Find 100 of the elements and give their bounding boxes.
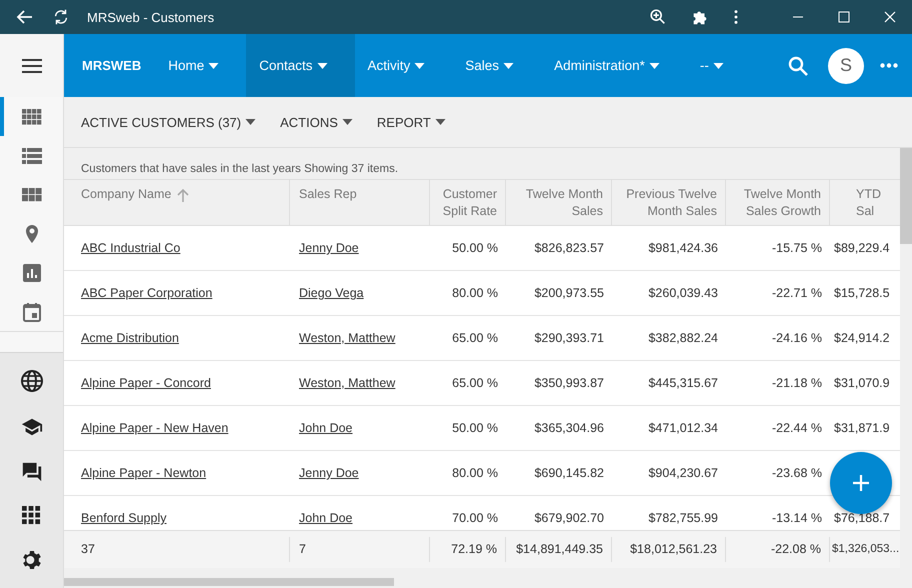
nav-menu[interactable]: Contacts — [246, 34, 355, 97]
more-vertical-icon[interactable] — [733, 9, 739, 25]
table-cell: 50.00 % — [452, 241, 498, 255]
table-cell: $471,012.34 — [648, 421, 718, 435]
total-cell: 72.19 % — [451, 542, 497, 556]
more-icon[interactable] — [880, 63, 898, 68]
table-cell: $15,728.5 — [834, 286, 890, 300]
globe-icon[interactable] — [20, 368, 44, 393]
caret-icon — [316, 62, 328, 68]
table-cell: $782,755.99 — [648, 511, 718, 525]
column-header[interactable]: Twelve Month Sales — [506, 180, 612, 225]
sales-rep-link[interactable]: Weston, Matthew — [299, 376, 396, 390]
table-cell: $200,973.55 — [534, 286, 604, 300]
column-header[interactable]: Twelve Month Sales Growth — [726, 180, 830, 225]
window-title: MRSweb - Customers — [87, 10, 214, 24]
caret-icon — [434, 119, 446, 125]
apps-icon[interactable] — [22, 506, 41, 526]
reload-icon[interactable] — [52, 8, 70, 26]
table-cell: $981,424.36 — [648, 241, 718, 255]
company-link[interactable]: ABC Paper Corporation — [81, 286, 212, 300]
total-cell: $1,326,053... — [832, 543, 900, 555]
table-cell: $31,871.9 — [834, 421, 890, 435]
sort-arrow-icon — [177, 188, 190, 202]
grid-caption: Customers that have sales in the last years Showing 37 items. — [64, 148, 900, 180]
table-cell: $89,229.4 — [834, 241, 890, 255]
table-cell: 80.00 % — [452, 286, 498, 300]
caret-icon — [245, 119, 256, 125]
dropdown-button[interactable]: ACTIONS — [280, 114, 353, 130]
total-cell: $18,012,561.23 — [630, 542, 717, 556]
table-cell: $31,070.9 — [834, 376, 890, 390]
sales-rep-link[interactable]: Jenny Doe — [299, 241, 359, 255]
nav-menu[interactable]: Sales — [452, 34, 542, 97]
maximize-icon[interactable] — [838, 11, 850, 23]
table-cell: -22.71 % — [772, 286, 822, 300]
menu-icon — [22, 58, 42, 74]
caret-icon — [414, 62, 426, 68]
column-header[interactable]: YTD Sal — [830, 180, 900, 225]
company-link[interactable]: Benford Supply — [81, 511, 166, 525]
column-header[interactable]: Sales Rep — [290, 180, 430, 225]
table-cell: $260,039.43 — [648, 286, 718, 300]
list-icon — [22, 146, 42, 166]
grid-icon — [22, 106, 42, 126]
table-cell: $690,145.82 — [534, 466, 604, 480]
table-cell: -21.18 % — [772, 376, 822, 390]
sales-rep-link[interactable]: Jenny Doe — [299, 466, 359, 480]
sales-rep-link[interactable]: John Doe — [299, 421, 353, 435]
column-header[interactable]: Company Name — [64, 180, 290, 225]
table-cell: -15.75 % — [772, 241, 822, 255]
bar-chart-icon — [22, 262, 42, 282]
table-cell: $350,993.87 — [534, 376, 604, 390]
table-cell: 65.00 % — [452, 331, 498, 345]
sales-rep-link[interactable]: John Doe — [299, 511, 353, 525]
table-cell: $24,914.2 — [834, 331, 890, 345]
table-cell: $382,882.24 — [648, 331, 718, 345]
table-cell: $826,823.57 — [534, 241, 604, 255]
company-link[interactable]: Acme Distribution — [81, 331, 179, 345]
search-icon[interactable] — [788, 56, 808, 76]
table-cell: 50.00 % — [452, 421, 498, 435]
nav-menu[interactable]: Home — [155, 34, 246, 97]
column-header[interactable]: Previous Twelve Month Sales — [612, 180, 726, 225]
caret-icon — [712, 62, 724, 68]
plus-icon — [851, 473, 871, 493]
caret-icon — [342, 119, 353, 125]
table-cell: 70.00 % — [452, 511, 498, 525]
sales-rep-link[interactable]: Weston, Matthew — [299, 331, 396, 345]
table-cell: $365,304.96 — [534, 421, 604, 435]
total-cell: -22.08 % — [770, 542, 821, 556]
caret-icon — [503, 62, 514, 68]
zoom-in-icon[interactable] — [649, 8, 667, 26]
table-cell: $290,393.71 — [534, 331, 604, 345]
close-icon[interactable] — [884, 11, 896, 23]
table-cell: -24.16 % — [772, 331, 822, 345]
company-link[interactable]: Alpine Paper - Newton — [81, 466, 206, 480]
table-cell: $679,902.70 — [534, 511, 604, 525]
nav-menu[interactable]: Administration* — [541, 34, 687, 97]
column-header[interactable]: Customer Split Rate — [430, 180, 506, 225]
caret-icon — [648, 62, 660, 68]
table-cell: $76,188.7 — [834, 511, 890, 525]
nav-menu[interactable]: -- — [686, 34, 751, 97]
total-cell: $14,891,449.35 — [516, 542, 603, 556]
company-link[interactable]: Alpine Paper - New Haven — [81, 421, 228, 435]
sales-rep-link[interactable]: Diego Vega — [299, 286, 364, 300]
caret-icon — [208, 62, 220, 68]
avatar[interactable]: S — [828, 48, 864, 84]
table-cell: $445,315.67 — [648, 376, 718, 390]
table-cell: -13.14 % — [772, 511, 822, 525]
table-cell: -22.44 % — [772, 421, 822, 435]
table-cell: -23.68 % — [772, 466, 822, 480]
table-cell: 80.00 % — [452, 466, 498, 480]
total-cell: 37 — [81, 542, 95, 556]
nav-menu[interactable]: Activity — [354, 34, 452, 97]
table-cell: $904,230.67 — [648, 466, 718, 480]
dropdown-button[interactable]: REPORT — [376, 114, 446, 130]
dropdown-button[interactable]: ACTIVE CUSTOMERS (37) — [81, 114, 256, 130]
table-cell: 65.00 % — [452, 376, 498, 390]
company-link[interactable]: ABC Industrial Co — [81, 241, 180, 255]
brand-label[interactable]: MRSWEB — [82, 58, 142, 73]
total-cell: 7 — [299, 542, 306, 556]
calendar-icon — [22, 302, 42, 322]
company-link[interactable]: Alpine Paper - Concord — [81, 376, 211, 390]
